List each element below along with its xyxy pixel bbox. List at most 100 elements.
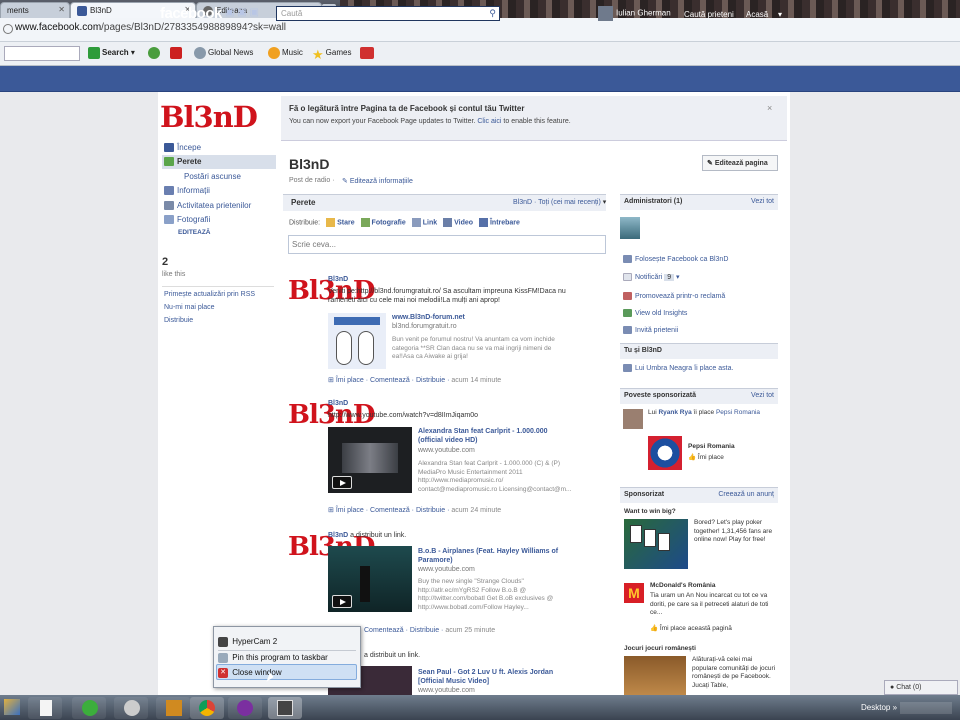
- menu-item-hypercam[interactable]: HyperCam 2: [218, 637, 277, 647]
- attachment-title[interactable]: Sean Paul - Got 2 Luv U ft. Alexis Jorda…: [418, 668, 574, 686]
- account-menu-chevron-icon[interactable]: ▾: [778, 10, 782, 19]
- mcdonalds-logo-icon[interactable]: M: [624, 583, 644, 603]
- page-category[interactable]: Post de radio ·: [289, 177, 335, 184]
- promote-link[interactable]: Promovează printr-o reclamă: [623, 292, 725, 300]
- pepsi-page-name[interactable]: Pepsi Romania: [688, 443, 735, 452]
- video-thumbnail[interactable]: [328, 427, 412, 493]
- attachment-thumbnail[interactable]: [328, 313, 386, 369]
- find-friends-link[interactable]: Caută prieteni: [684, 10, 734, 19]
- share-question[interactable]: Întrebare: [490, 219, 520, 226]
- share-status[interactable]: Stare: [337, 219, 355, 226]
- home-link[interactable]: Acasă: [746, 10, 768, 19]
- create-ad-link[interactable]: Creează un anunț: [718, 491, 774, 498]
- page-profile-logo[interactable]: Bl3nD: [160, 100, 258, 134]
- post-time[interactable]: acum 24 minute: [451, 507, 501, 514]
- attachment-title[interactable]: Alexandra Stan feat Carlprit - 1.000.000…: [418, 427, 574, 445]
- toolbar-media-button[interactable]: [360, 47, 376, 59]
- admin-avatar[interactable]: [620, 217, 640, 239]
- taskbar-explorer[interactable]: [28, 697, 62, 719]
- story-page-link[interactable]: Pepsi Romania: [716, 409, 760, 416]
- pepsi-logo[interactable]: [648, 436, 682, 470]
- share-photo[interactable]: Fotografie: [372, 219, 406, 226]
- ad-like-link[interactable]: 👍 Îmi place această pagină: [650, 625, 732, 634]
- insights-link[interactable]: View old Insights: [623, 309, 687, 317]
- taskbar-media[interactable]: [114, 697, 148, 719]
- profile-link[interactable]: Iulian Gherman: [598, 6, 671, 21]
- twitter-enable-link[interactable]: Clic aici: [477, 118, 501, 125]
- search-icon[interactable]: ⚲: [489, 8, 496, 19]
- nav-hidden-posts[interactable]: Postări ascunse: [184, 172, 241, 181]
- post-actions[interactable]: Comentează · Distribuie · acum 25 minute: [364, 627, 495, 634]
- tab-comments[interactable]: ments ✕: [0, 2, 70, 18]
- ad-games-image[interactable]: [624, 656, 686, 696]
- menu-item-pin[interactable]: Pin this program to taskbar: [218, 653, 328, 663]
- play-icon[interactable]: [332, 595, 352, 608]
- nav-wall[interactable]: Perete: [164, 157, 201, 167]
- friend-avatar[interactable]: [623, 409, 643, 429]
- post-time[interactable]: acum 14 minute: [451, 377, 501, 384]
- address-bar[interactable]: www.facebook.com/pages/Bl3nD/27833549888…: [0, 18, 960, 42]
- rss-link[interactable]: Primește actualizări prin RSS: [164, 291, 255, 298]
- nav-edit[interactable]: EDITEAZĂ: [178, 229, 211, 236]
- post-actions-label[interactable]: Comentează · Distribuie ·: [364, 627, 445, 634]
- nav-start[interactable]: Începe: [164, 143, 201, 153]
- post-time[interactable]: acum 25 minute: [445, 627, 495, 634]
- taskbar-chrome[interactable]: [190, 697, 224, 719]
- toolbar-web-icon-button[interactable]: [148, 47, 162, 59]
- toolbar-global-news[interactable]: Global News: [194, 47, 253, 59]
- use-facebook-as-page-link[interactable]: Folosește Facebook ca Bl3nD: [623, 255, 728, 263]
- facebook-search-input[interactable]: Caută ⚲: [276, 6, 500, 21]
- nav-info[interactable]: Informații: [164, 186, 210, 196]
- story-see-all-link[interactable]: Vezi tot: [751, 392, 774, 399]
- taskbar-utorrent[interactable]: [72, 697, 106, 719]
- post-actions-label[interactable]: Îmi place · Comentează · Distribuie ·: [336, 377, 452, 384]
- toolbar-search-field[interactable]: [4, 46, 80, 61]
- play-icon[interactable]: [332, 476, 352, 489]
- toolbar-youtube-button[interactable]: [170, 47, 184, 59]
- ad-poker-image[interactable]: [624, 519, 688, 569]
- jewel-icons[interactable]: ▣ ▣ ▣: [225, 7, 259, 18]
- share-link[interactable]: Link: [423, 219, 437, 226]
- pepsi-like-link[interactable]: 👍 Îmi place: [688, 454, 724, 463]
- edit-page-button[interactable]: ✎ Editează pagina: [702, 155, 778, 171]
- share-video[interactable]: Video: [454, 219, 473, 226]
- toolbar-search-button[interactable]: Search ▾: [88, 47, 135, 59]
- post-author[interactable]: Bl3nD: [328, 400, 348, 407]
- url-text[interactable]: www.facebook.com/pages/Bl3nD/27833549888…: [15, 22, 286, 33]
- status-input[interactable]: Scrie ceva...: [288, 235, 606, 254]
- taskbar-app[interactable]: [156, 697, 190, 719]
- attachment-title[interactable]: B.o.B - Airplanes (Feat. Hayley Williams…: [418, 547, 574, 565]
- ad-title[interactable]: Want to win big?: [624, 508, 676, 517]
- friend-likes-line[interactable]: Lui Umbra Neagra îi place asta.: [623, 364, 733, 372]
- story-friend-name[interactable]: Ryank Rya: [658, 409, 691, 416]
- see-all-admins-link[interactable]: Vezi tot: [751, 198, 774, 205]
- close-tab-icon[interactable]: ✕: [58, 5, 65, 14]
- close-banner-icon[interactable]: ×: [767, 103, 772, 113]
- system-tray[interactable]: [900, 702, 952, 714]
- chat-button[interactable]: ● Chat (0): [884, 680, 958, 695]
- toolbar-games[interactable]: ★ Games: [312, 47, 351, 62]
- ad-title[interactable]: McDonald's România: [650, 582, 715, 591]
- nav-friend-activity[interactable]: Activitatea prietenilor: [164, 201, 251, 211]
- facebook-logo[interactable]: facebook: [160, 5, 222, 22]
- notifications-link[interactable]: Notificări 9 ▾: [623, 273, 680, 282]
- desktop-toolbar-label[interactable]: Desktop »: [861, 703, 897, 712]
- toolbar-music[interactable]: Music: [268, 47, 303, 59]
- likes-label[interactable]: like this: [162, 271, 185, 278]
- post-actions[interactable]: ⊞ Îmi place · Comentează · Distribuie · …: [328, 506, 501, 514]
- taskbar-yahoo[interactable]: [228, 697, 262, 719]
- attachment-title[interactable]: www.Bl3nD-forum.net: [392, 313, 576, 322]
- post-actions[interactable]: ⊞ Îmi place · Comentează · Distribuie · …: [328, 376, 501, 384]
- unlike-link[interactable]: Nu-mi mai place: [164, 304, 215, 311]
- post-author[interactable]: Bl3nD: [328, 532, 348, 539]
- taskbar-hypercam[interactable]: [268, 697, 302, 719]
- share-page-link[interactable]: Distribuie: [164, 317, 193, 324]
- start-button-icon[interactable]: [4, 699, 20, 715]
- edit-info-link[interactable]: ✎ Editează informațiile: [342, 177, 413, 185]
- video-thumbnail[interactable]: [328, 546, 412, 612]
- nav-photos[interactable]: Fotografii: [164, 215, 210, 225]
- ad-title[interactable]: Jocuri jocuri românești: [624, 645, 696, 654]
- wall-filter-dropdown[interactable]: Bl3nD · Toți (cei mai recenți) ▾: [513, 198, 606, 206]
- post-author[interactable]: Bl3nD: [328, 276, 348, 283]
- notifications-icon[interactable]: ▣: [249, 7, 258, 18]
